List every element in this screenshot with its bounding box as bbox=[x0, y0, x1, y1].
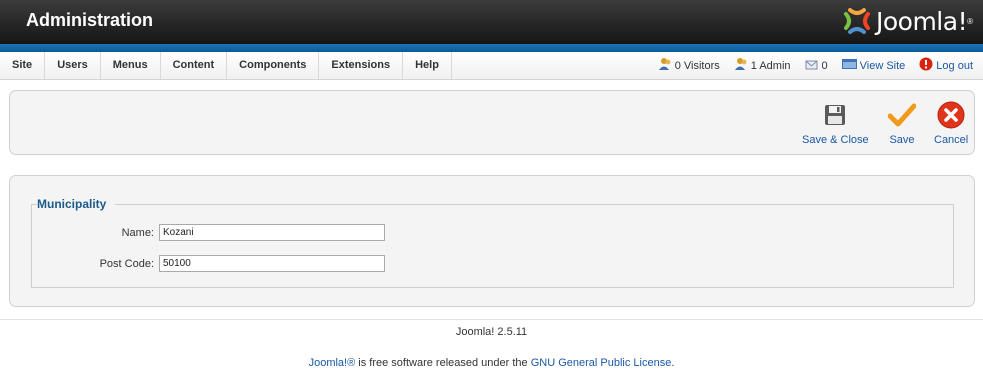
save-close-label: Save & Close bbox=[802, 134, 869, 146]
content-divider bbox=[0, 319, 983, 320]
gpl-link[interactable]: GNU General Public License bbox=[531, 357, 672, 369]
messages-count: 0 bbox=[821, 59, 828, 72]
name-field[interactable] bbox=[159, 224, 385, 241]
joomla-logo-text: Joomla! bbox=[875, 6, 968, 36]
name-label: Name: bbox=[121, 226, 154, 239]
save-close-button[interactable]: Save & Close bbox=[802, 103, 869, 146]
logout-icon bbox=[919, 57, 933, 74]
fieldset-legend: Municipality bbox=[37, 197, 107, 211]
view-site-link[interactable]: View Site bbox=[841, 58, 906, 73]
admins-count: 1 Admin bbox=[750, 59, 791, 72]
logout-label: Log out bbox=[936, 59, 973, 72]
save-close-icon bbox=[802, 103, 869, 127]
edit-form: Name: Post Code: Municipality bbox=[9, 175, 975, 307]
logo-trademark: ® bbox=[967, 16, 973, 26]
license-text: Joomla!® is free software released under… bbox=[0, 357, 983, 369]
view-site-icon bbox=[841, 58, 857, 73]
license-suffix: . bbox=[671, 357, 675, 369]
name-row: Name: bbox=[32, 224, 385, 241]
admin-menubar: Site Users Menus Content Components Exte… bbox=[0, 52, 983, 80]
header-accent-bar bbox=[0, 44, 983, 52]
save-button[interactable]: Save bbox=[888, 103, 916, 146]
view-site-label: View Site bbox=[859, 59, 906, 72]
joomla-logo-icon bbox=[842, 6, 872, 36]
admins-status: 1 Admin bbox=[734, 57, 791, 74]
checkmark-icon bbox=[888, 103, 916, 127]
messages-icon bbox=[805, 57, 819, 74]
status-bar: 0 Visitors 1 Admin 0 View Site Log out bbox=[644, 52, 973, 79]
menu-item-help[interactable]: Help bbox=[403, 52, 452, 79]
postcode-label: Post Code: bbox=[99, 257, 154, 270]
toolbar: Save & Close Save Cancel bbox=[9, 90, 975, 155]
cancel-button[interactable]: Cancel bbox=[934, 101, 969, 146]
menu-item-site[interactable]: Site bbox=[0, 52, 46, 79]
postcode-row: Post Code: bbox=[32, 255, 385, 272]
municipality-fieldset: Name: Post Code: bbox=[31, 204, 954, 288]
version-text: Joomla! 2.5.11 bbox=[455, 326, 528, 338]
menu-item-components[interactable]: Components bbox=[227, 52, 320, 79]
postcode-field[interactable] bbox=[159, 255, 385, 272]
cancel-icon bbox=[934, 101, 968, 129]
menu-item-content[interactable]: Content bbox=[161, 52, 228, 79]
joomla-logo: Joomla! ® bbox=[842, 5, 973, 37]
menu-item-menus[interactable]: Menus bbox=[101, 52, 161, 79]
visitors-icon bbox=[658, 57, 672, 74]
license-middle: is free software released under the bbox=[355, 357, 531, 369]
visitors-status: 0 Visitors bbox=[658, 57, 720, 74]
admin-header: Administration Joomla! ® bbox=[0, 0, 983, 44]
joomla-link[interactable]: Joomla!® bbox=[309, 357, 356, 369]
page-title: Administration bbox=[26, 10, 154, 30]
menu-item-extensions[interactable]: Extensions bbox=[319, 52, 404, 79]
admin-icon bbox=[734, 57, 748, 74]
cancel-label: Cancel bbox=[934, 134, 969, 146]
menu-item-users[interactable]: Users bbox=[45, 52, 101, 79]
messages-status[interactable]: 0 bbox=[805, 57, 828, 74]
visitors-count: 0 Visitors bbox=[674, 59, 720, 72]
logout-link[interactable]: Log out bbox=[919, 57, 973, 74]
save-label: Save bbox=[889, 134, 915, 146]
